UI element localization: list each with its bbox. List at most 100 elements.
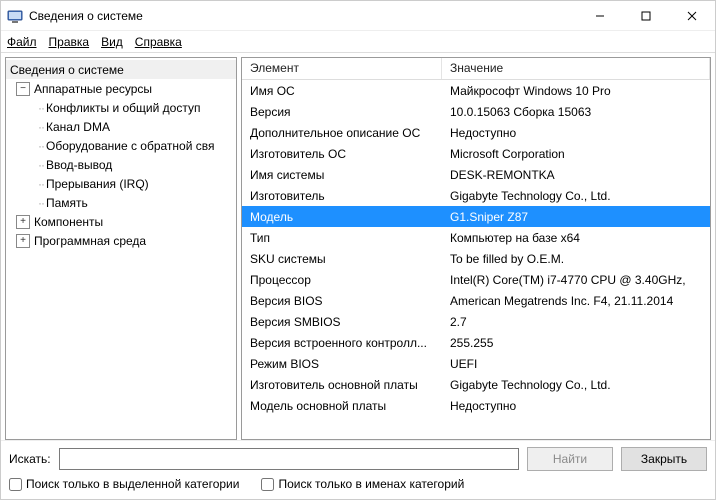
column-header-element[interactable]: Элемент [242, 58, 442, 79]
cell-element: Версия BIOS [242, 294, 442, 308]
cell-element: Версия встроенного контролл... [242, 336, 442, 350]
titlebar: Сведения о системе [1, 1, 715, 31]
menu-edit[interactable]: Правка [49, 35, 90, 49]
check-row: Поиск только в выделенной категории Поис… [9, 477, 707, 491]
grid-row[interactable]: Имя системыDESK-REMONTKA [242, 164, 710, 185]
tree-connector-icon: ·· [38, 120, 44, 134]
search-row: Искать: Найти Закрыть [9, 447, 707, 471]
cell-element: Имя ОС [242, 84, 442, 98]
cell-element: Версия [242, 105, 442, 119]
tree-root-label: Сведения о системе [10, 63, 124, 77]
cell-value: Майкрософт Windows 10 Pro [442, 84, 710, 98]
cell-element: Процессор [242, 273, 442, 287]
menu-view[interactable]: Вид [101, 35, 123, 49]
tree-item-label: Прерывания (IRQ) [46, 177, 149, 191]
chk-selected-category-label: Поиск только в выделенной категории [26, 477, 239, 491]
content-area: Сведения о системе − Аппаратные ресурсы … [1, 53, 715, 440]
cell-element: SKU системы [242, 252, 442, 266]
cell-value: 2.7 [442, 315, 710, 329]
cell-element: Изготовитель [242, 189, 442, 203]
menubar: Файл Правка Вид Справка [1, 31, 715, 53]
grid-row[interactable]: Версия10.0.15063 Сборка 15063 [242, 101, 710, 122]
collapse-icon[interactable]: − [16, 82, 30, 96]
tree-item-child[interactable]: ··Ввод-вывод [6, 155, 236, 174]
search-input[interactable] [59, 448, 519, 470]
tree-item-child[interactable]: ··Прерывания (IRQ) [6, 174, 236, 193]
grid-row[interactable]: Модель основной платыНедоступно [242, 395, 710, 416]
menu-help[interactable]: Справка [135, 35, 182, 49]
tree-item-child[interactable]: ··Оборудование с обратной свя [6, 136, 236, 155]
close-button[interactable] [669, 1, 715, 31]
search-label: Искать: [9, 452, 51, 466]
tree-item-child[interactable]: ··Канал DMA [6, 117, 236, 136]
grid-row[interactable]: Версия BIOSAmerican Megatrends Inc. F4, … [242, 290, 710, 311]
cell-value: To be filled by O.E.M. [442, 252, 710, 266]
tree-connector-icon: ·· [38, 139, 44, 153]
grid-row[interactable]: SKU системыTo be filled by O.E.M. [242, 248, 710, 269]
find-button[interactable]: Найти [527, 447, 613, 471]
tree-item-label: Программная среда [34, 234, 146, 248]
grid-header: Элемент Значение [242, 58, 710, 80]
chk-names-only-label: Поиск только в именах категорий [278, 477, 464, 491]
tree-connector-icon: ·· [38, 101, 44, 115]
tree-item-child[interactable]: ··Память [6, 193, 236, 212]
chk-names-only-box[interactable] [261, 478, 274, 491]
grid-row[interactable]: ИзготовительGigabyte Technology Co., Ltd… [242, 185, 710, 206]
grid-row[interactable]: ТипКомпьютер на базе x64 [242, 227, 710, 248]
grid-row[interactable]: Версия SMBIOS2.7 [242, 311, 710, 332]
minimize-button[interactable] [577, 1, 623, 31]
tree-item-label: Оборудование с обратной свя [46, 139, 215, 153]
cell-value: Недоступно [442, 126, 710, 140]
cell-element: Тип [242, 231, 442, 245]
cell-value: 255.255 [442, 336, 710, 350]
chk-names-only[interactable]: Поиск только в именах категорий [261, 477, 464, 491]
grid-row[interactable]: Версия встроенного контролл...255.255 [242, 332, 710, 353]
cell-value: Intel(R) Core(TM) i7-4770 CPU @ 3.40GHz, [442, 273, 710, 287]
grid-row[interactable]: МодельG1.Sniper Z87 [242, 206, 710, 227]
tree-pane[interactable]: Сведения о системе − Аппаратные ресурсы … [5, 57, 237, 440]
close-button-bottom[interactable]: Закрыть [621, 447, 707, 471]
tree-item-label: Аппаратные ресурсы [34, 82, 152, 96]
tree-connector-icon: ·· [38, 196, 44, 210]
cell-element: Изготовитель ОС [242, 147, 442, 161]
cell-value: Gigabyte Technology Co., Ltd. [442, 378, 710, 392]
grid-row[interactable]: Изготовитель основной платыGigabyte Tech… [242, 374, 710, 395]
cell-element: Изготовитель основной платы [242, 378, 442, 392]
grid-row[interactable]: ПроцессорIntel(R) Core(TM) i7-4770 CPU @… [242, 269, 710, 290]
cell-element: Версия SMBIOS [242, 315, 442, 329]
cell-value: G1.Sniper Z87 [442, 210, 710, 224]
maximize-button[interactable] [623, 1, 669, 31]
tree-item-label: Компоненты [34, 215, 103, 229]
chk-selected-category[interactable]: Поиск только в выделенной категории [9, 477, 239, 491]
window-buttons [577, 1, 715, 31]
expand-icon[interactable]: + [16, 234, 30, 248]
grid-row[interactable]: Имя ОСМайкрософт Windows 10 Pro [242, 80, 710, 101]
cell-value: American Megatrends Inc. F4, 21.11.2014 [442, 294, 710, 308]
tree-root[interactable]: Сведения о системе [6, 60, 236, 79]
window-title: Сведения о системе [29, 9, 577, 23]
cell-value: DESK-REMONTKA [442, 168, 710, 182]
cell-element: Дополнительное описание ОС [242, 126, 442, 140]
cell-element: Модель [242, 210, 442, 224]
tree-connector-icon: ·· [38, 177, 44, 191]
chk-selected-category-box[interactable] [9, 478, 22, 491]
tree-item-hardware[interactable]: − Аппаратные ресурсы [6, 79, 236, 98]
tree-item-child[interactable]: ··Конфликты и общий доступ [6, 98, 236, 117]
tree-item-softenv[interactable]: + Программная среда [6, 231, 236, 250]
cell-value: Microsoft Corporation [442, 147, 710, 161]
cell-element: Режим BIOS [242, 357, 442, 371]
menu-file[interactable]: Файл [7, 35, 37, 49]
grid-row[interactable]: Изготовитель ОСMicrosoft Corporation [242, 143, 710, 164]
tree-item-components[interactable]: + Компоненты [6, 212, 236, 231]
expand-icon[interactable]: + [16, 215, 30, 229]
cell-value: Недоступно [442, 399, 710, 413]
details-pane[interactable]: Элемент Значение Имя ОСМайкрософт Window… [241, 57, 711, 440]
tree-item-label: Конфликты и общий доступ [46, 101, 200, 115]
cell-element: Модель основной платы [242, 399, 442, 413]
column-header-value[interactable]: Значение [442, 58, 710, 79]
cell-value: UEFI [442, 357, 710, 371]
grid-row[interactable]: Дополнительное описание ОСНедоступно [242, 122, 710, 143]
cell-value: 10.0.15063 Сборка 15063 [442, 105, 710, 119]
tree-item-label: Ввод-вывод [46, 158, 112, 172]
grid-row[interactable]: Режим BIOSUEFI [242, 353, 710, 374]
